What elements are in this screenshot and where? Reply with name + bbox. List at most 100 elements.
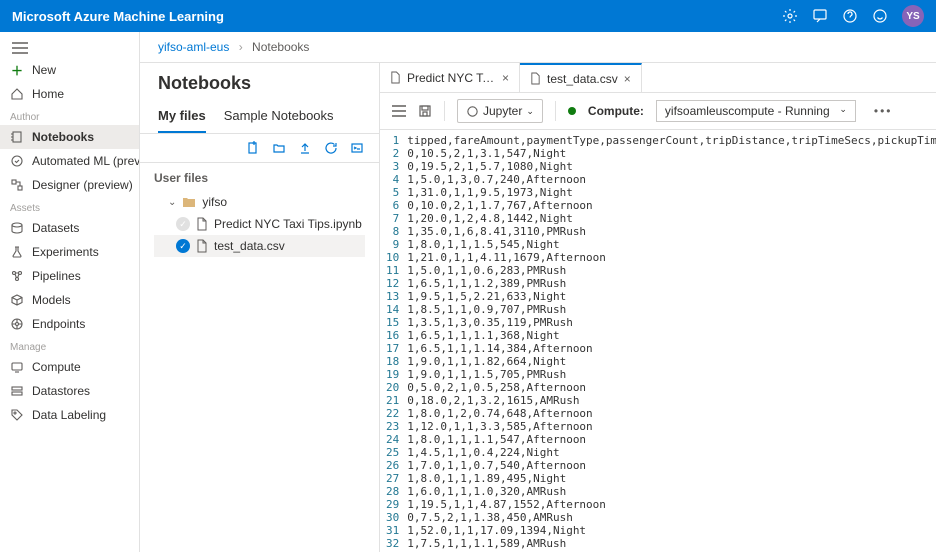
smiley-icon[interactable]: [872, 8, 888, 24]
sidebar-item-models[interactable]: Models: [0, 288, 139, 312]
chevron-down-icon: ⌄: [168, 197, 176, 208]
tree-folder[interactable]: ⌄ yifso: [154, 191, 365, 213]
feedback-icon[interactable]: [812, 8, 828, 24]
folder-icon: [182, 196, 196, 208]
compute-value: yifsoamleuscompute - Running: [665, 104, 830, 118]
file-icon: [196, 239, 208, 253]
status-icon: ✓: [176, 239, 190, 253]
editor-tab[interactable]: test_data.csv ×: [520, 63, 642, 92]
endpoints-icon: [10, 317, 24, 331]
sidebar-item-designer[interactable]: Designer (preview): [0, 173, 139, 197]
status-dot-icon: [568, 107, 576, 115]
sidebar-section-manage: Manage: [0, 336, 139, 355]
editor-toolbar: Jupyter ⌄ Compute: yifsoamleuscompute - …: [380, 93, 936, 130]
sidebar-section-assets: Assets: [0, 197, 139, 216]
compute-label: Compute:: [588, 104, 644, 118]
terminal-icon[interactable]: [349, 140, 365, 156]
compute-select[interactable]: yifsoamleuscompute - Running ⌄: [656, 100, 856, 122]
topbar: Microsoft Azure Machine Learning YS: [0, 0, 936, 32]
sidebar-item-label: Data Labeling: [32, 408, 106, 422]
sidebar-item-home[interactable]: Home: [0, 82, 139, 106]
hamburger-icon[interactable]: [0, 38, 139, 58]
save-icon[interactable]: [418, 104, 432, 118]
pipeline-icon: [10, 269, 24, 283]
upload-icon[interactable]: [297, 140, 313, 156]
automl-icon: [10, 154, 24, 168]
sidebar-item-label: Notebooks: [32, 130, 94, 144]
refresh-icon[interactable]: [323, 140, 339, 156]
file-tabs: My files Sample Notebooks: [140, 100, 379, 134]
tab-label: Predict NYC Taxi Tips: [407, 71, 496, 85]
breadcrumb-current: Notebooks: [252, 40, 309, 54]
close-icon[interactable]: ×: [502, 71, 509, 85]
datastore-icon: [10, 384, 24, 398]
gear-icon[interactable]: [782, 8, 798, 24]
folder-label: yifso: [202, 195, 227, 209]
sidebar: ＋ New Home Author Notebooks Automated ML …: [0, 32, 140, 552]
sidebar-item-label: New: [32, 63, 56, 77]
jupyter-icon: [466, 105, 479, 118]
tab-myfiles[interactable]: My files: [158, 100, 206, 133]
sidebar-item-label: Home: [32, 87, 64, 101]
chevron-down-icon: ⌄: [839, 104, 847, 118]
plus-icon: ＋: [10, 63, 24, 77]
menu-icon[interactable]: [392, 105, 406, 117]
sidebar-item-new[interactable]: ＋ New: [0, 58, 139, 82]
code-content[interactable]: tipped,fareAmount,paymentType,passengerC…: [407, 130, 936, 552]
sidebar-item-label: Automated ML (preview): [32, 154, 140, 168]
tag-icon: [10, 408, 24, 422]
close-icon[interactable]: ×: [624, 72, 631, 86]
tab-label: test_data.csv: [547, 72, 618, 86]
sidebar-item-label: Models: [32, 293, 71, 307]
tree-file[interactable]: ✓ test_data.csv: [154, 235, 365, 257]
tree-file[interactable]: ✓ Predict NYC Taxi Tips.ipynb: [154, 213, 365, 235]
tab-samples[interactable]: Sample Notebooks: [224, 100, 334, 133]
sidebar-item-endpoints[interactable]: Endpoints: [0, 312, 139, 336]
sidebar-item-label: Datastores: [32, 384, 90, 398]
breadcrumb-workspace[interactable]: yifso-aml-eus: [158, 40, 229, 54]
file-icon: [196, 217, 208, 231]
more-icon[interactable]: •••: [868, 104, 899, 118]
file-icon: [530, 72, 541, 85]
sidebar-item-experiments[interactable]: Experiments: [0, 240, 139, 264]
editor-tab[interactable]: Predict NYC Taxi Tips ×: [380, 63, 520, 92]
jupyter-dropdown[interactable]: Jupyter ⌄: [457, 99, 543, 123]
breadcrumb: yifso-aml-eus › Notebooks: [140, 32, 936, 63]
user-files-header: User files: [154, 171, 365, 185]
home-icon: [10, 87, 24, 101]
sidebar-item-label: Pipelines: [32, 269, 81, 283]
topbar-actions: YS: [782, 5, 924, 27]
status-icon: ✓: [176, 217, 190, 231]
new-file-icon[interactable]: [245, 140, 261, 156]
file-icon: [390, 71, 401, 84]
editor-tabs: Predict NYC Taxi Tips × test_data.csv ×: [380, 63, 936, 93]
sidebar-item-label: Compute: [32, 360, 81, 374]
sidebar-item-automl[interactable]: Automated ML (preview): [0, 149, 139, 173]
sidebar-item-notebooks[interactable]: Notebooks: [0, 125, 139, 149]
avatar[interactable]: YS: [902, 5, 924, 27]
sidebar-item-label: Experiments: [32, 245, 99, 259]
notebook-icon: [10, 130, 24, 144]
chevron-down-icon: ⌄: [526, 106, 534, 117]
line-gutter: 1234567891011121314151617181920212223242…: [380, 130, 407, 552]
designer-icon: [10, 178, 24, 192]
datasets-icon: [10, 221, 24, 235]
sidebar-item-datalabeling[interactable]: Data Labeling: [0, 403, 139, 427]
sidebar-item-label: Designer (preview): [32, 178, 133, 192]
file-toolbar: [140, 134, 379, 163]
sidebar-section-author: Author: [0, 106, 139, 125]
sidebar-item-pipelines[interactable]: Pipelines: [0, 264, 139, 288]
user-files: User files ⌄ yifso ✓ Predict NYC Taxi Ti…: [140, 163, 379, 265]
jupyter-label: Jupyter: [483, 104, 522, 118]
editor-panel: Predict NYC Taxi Tips × test_data.csv ×: [380, 63, 936, 552]
code-area[interactable]: 1234567891011121314151617181920212223242…: [380, 130, 936, 552]
sidebar-item-datastores[interactable]: Datastores: [0, 379, 139, 403]
files-panel: Notebooks My files Sample Notebooks User…: [140, 63, 380, 552]
sidebar-item-datasets[interactable]: Datasets: [0, 216, 139, 240]
sidebar-item-label: Datasets: [32, 221, 79, 235]
help-icon[interactable]: [842, 8, 858, 24]
sidebar-item-compute[interactable]: Compute: [0, 355, 139, 379]
flask-icon: [10, 245, 24, 259]
compute-icon: [10, 360, 24, 374]
new-folder-icon[interactable]: [271, 140, 287, 156]
